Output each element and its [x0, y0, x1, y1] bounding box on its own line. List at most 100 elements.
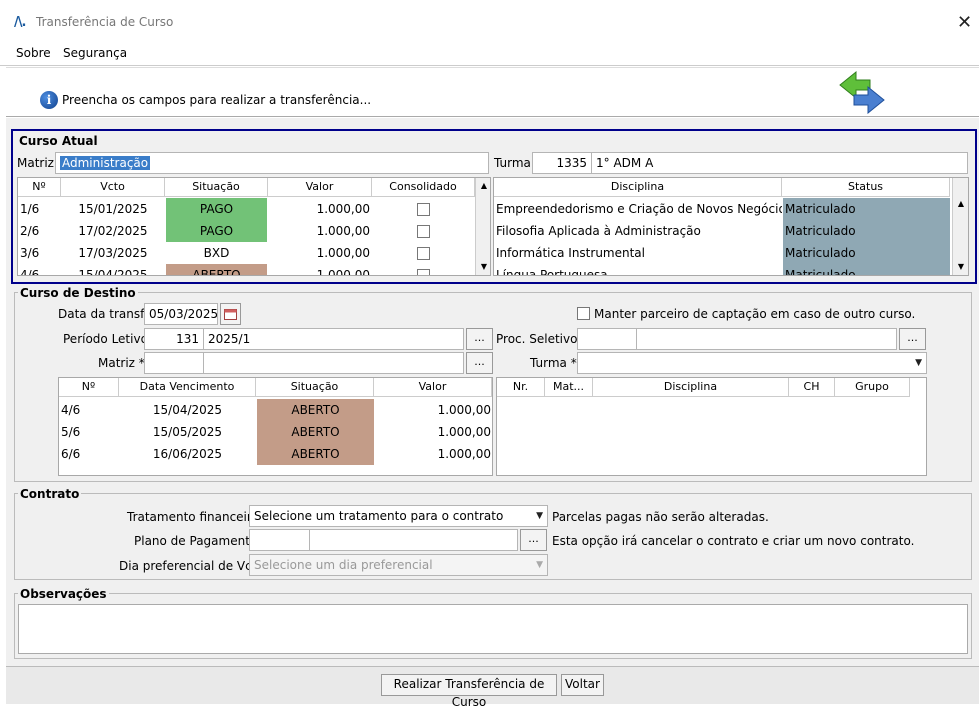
col-header-ch[interactable]: CH	[789, 378, 835, 397]
menu-bar	[0, 38, 979, 66]
parcela-destino-situacao: ABERTO	[257, 421, 374, 443]
parcela-valor: 1.000,00	[316, 246, 370, 260]
parcela-valor: 1.000,00	[316, 224, 370, 238]
plano-pagamento-name[interactable]	[309, 529, 518, 551]
info-icon: i	[40, 91, 58, 109]
dia-preferencial-select[interactable]: Selecione um dia preferencial ▼	[249, 554, 548, 576]
disciplina-name: Filosofia Aplicada à Administração	[496, 224, 701, 238]
periodo-letivo-search-button[interactable]: ...	[466, 328, 493, 350]
parcela-n: 3/6	[20, 246, 40, 260]
parcela-destino-vcto: 15/04/2025	[152, 403, 223, 417]
scroll-down-icon[interactable]: ▼	[953, 259, 968, 275]
parcelas-scrollbar[interactable]: ▲ ▼	[475, 178, 490, 275]
col-header-valor[interactable]: Valor	[374, 378, 492, 397]
plano-pagamento-code[interactable]	[249, 529, 310, 551]
scroll-up-icon[interactable]: ▲	[953, 196, 968, 212]
turma-atual-code: 1335	[532, 152, 592, 174]
info-message: Preencha os campos para realizar a trans…	[62, 93, 372, 107]
menu-item-sobre[interactable]: Sobre	[16, 46, 51, 60]
disciplina-name: Informática Instrumental	[496, 246, 645, 260]
info-bar	[6, 67, 979, 117]
disciplinas-atuais-grid: Disciplina Status Empreendedorismo e Cri…	[493, 177, 969, 276]
disciplinas-scrollbar[interactable]: ▲ ▼	[952, 178, 968, 275]
disciplina-status: Matriculado	[783, 220, 950, 242]
col-header-situacao[interactable]: Situação	[165, 178, 268, 197]
dia-preferencial-label: Dia preferencial de Vcto:	[119, 559, 268, 573]
contrato-label: Contrato	[18, 487, 82, 501]
col-header-consolidado[interactable]: Consolidado	[372, 178, 475, 197]
plano-pagamento-hint: Esta opção irá cancelar o contrato e cri…	[552, 534, 915, 548]
periodo-letivo-name[interactable]: 2025/1	[203, 328, 464, 350]
proc-seletivo-label: Proc. Seletivo*:	[496, 332, 588, 346]
chevron-down-icon: ▼	[536, 560, 543, 570]
parcela-consolidado-checkbox[interactable]	[417, 269, 430, 275]
curso-destino-label: Curso de Destino	[18, 286, 138, 300]
scroll-down-icon[interactable]: ▼	[476, 259, 490, 275]
parcela-destino-vcto: 15/05/2025	[152, 425, 223, 439]
parcela-consolidado-checkbox[interactable]	[417, 247, 430, 260]
app-logo-icon: /\.	[14, 15, 26, 30]
tratamento-financeiro-label: Tratamento financeiro:	[127, 510, 263, 524]
chevron-down-icon: ▼	[536, 511, 543, 521]
col-header-grupo[interactable]: Grupo	[835, 378, 910, 397]
matriz-destino-code[interactable]	[144, 352, 204, 374]
parcelas-atuais-grid: Nº Vcto Situação Valor Consolidado 1/6 1…	[17, 177, 491, 276]
matriz-atual-value: Administração	[60, 156, 151, 170]
tratamento-financeiro-value: Selecione um tratamento para o contrato	[254, 509, 504, 523]
proc-seletivo-name[interactable]	[636, 328, 897, 350]
periodo-letivo-code[interactable]: 131	[144, 328, 204, 350]
col-header-vcto[interactable]: Vcto	[61, 178, 165, 197]
periodo-letivo-label: Período Letivo:	[63, 332, 152, 346]
parcela-destino-valor: 1.000,00	[437, 425, 491, 439]
matriz-atual-field[interactable]: Administração	[55, 152, 489, 174]
col-header-status[interactable]: Status	[782, 178, 950, 197]
parcela-consolidado-checkbox[interactable]	[417, 225, 430, 238]
turma-destino-label: Turma *:	[530, 356, 581, 370]
proc-seletivo-search-button[interactable]: ...	[899, 328, 926, 350]
parcela-destino-valor: 1.000,00	[437, 403, 491, 417]
voltar-button[interactable]: Voltar	[561, 674, 604, 696]
tratamento-financeiro-select[interactable]: Selecione um tratamento para o contrato …	[249, 505, 548, 527]
parcela-valor: 1.000,00	[316, 202, 370, 216]
parcela-destino-n: 6/6	[61, 447, 81, 461]
parcela-destino-vcto: 16/06/2025	[152, 447, 223, 461]
col-header-valor[interactable]: Valor	[268, 178, 372, 197]
turma-atual-name: 1° ADM A	[591, 152, 968, 174]
col-header-situacao[interactable]: Situação	[256, 378, 374, 397]
parcela-consolidado-checkbox[interactable]	[417, 203, 430, 216]
matriz-destino-name[interactable]	[203, 352, 464, 374]
matriz-destino-search-button[interactable]: ...	[466, 352, 493, 374]
window-title: Transferência de Curso	[36, 15, 174, 29]
parcelas-destino-grid: Nº Data Vencimento Situação Valor 4/6 15…	[58, 377, 493, 476]
col-header-nr[interactable]: Nr.	[497, 378, 545, 397]
parcela-vcto: 17/03/2025	[78, 246, 148, 260]
calendar-icon[interactable]	[220, 303, 241, 325]
col-header-disciplina[interactable]: Disciplina	[593, 378, 789, 397]
col-header-disciplina[interactable]: Disciplina	[494, 178, 782, 197]
observacoes-textarea[interactable]	[18, 604, 968, 654]
tratamento-financeiro-hint: Parcelas pagas não serão alteradas.	[552, 510, 769, 524]
close-icon[interactable]: ✕	[957, 12, 972, 33]
col-header-mat[interactable]: Mat...	[545, 378, 593, 397]
disciplina-status: Matriculado	[783, 242, 950, 264]
parcela-valor: 1.000,00	[316, 268, 370, 276]
plano-pagamento-search-button[interactable]: ...	[520, 529, 547, 551]
parcela-vcto: 17/02/2025	[78, 224, 148, 238]
scroll-up-icon[interactable]: ▲	[476, 178, 490, 194]
col-header-data-vencimento[interactable]: Data Vencimento	[119, 378, 256, 397]
disciplina-name: Língua Portuguesa	[496, 268, 608, 276]
transfer-arrows-icon	[839, 70, 885, 114]
disciplinas-destino-grid: Nr. Mat... Disciplina CH Grupo	[496, 377, 927, 476]
data-transf-input[interactable]: 05/03/2025	[144, 303, 218, 325]
manter-parceiro-checkbox[interactable]	[577, 307, 590, 320]
disciplina-status: Matriculado	[783, 264, 950, 275]
realizar-transferencia-button[interactable]: Realizar Transferência de Curso	[381, 674, 557, 709]
parcela-vcto: 15/04/2025	[78, 268, 148, 276]
col-header-n[interactable]: Nº	[59, 378, 119, 397]
menu-item-seguranca[interactable]: Segurança	[63, 46, 127, 60]
proc-seletivo-code[interactable]	[577, 328, 637, 350]
parcela-destino-situacao: ABERTO	[257, 443, 374, 465]
col-header-n[interactable]: Nº	[18, 178, 61, 197]
data-transf-label: Data da transf.*:	[58, 307, 158, 321]
turma-destino-select[interactable]: ▼	[577, 352, 927, 374]
